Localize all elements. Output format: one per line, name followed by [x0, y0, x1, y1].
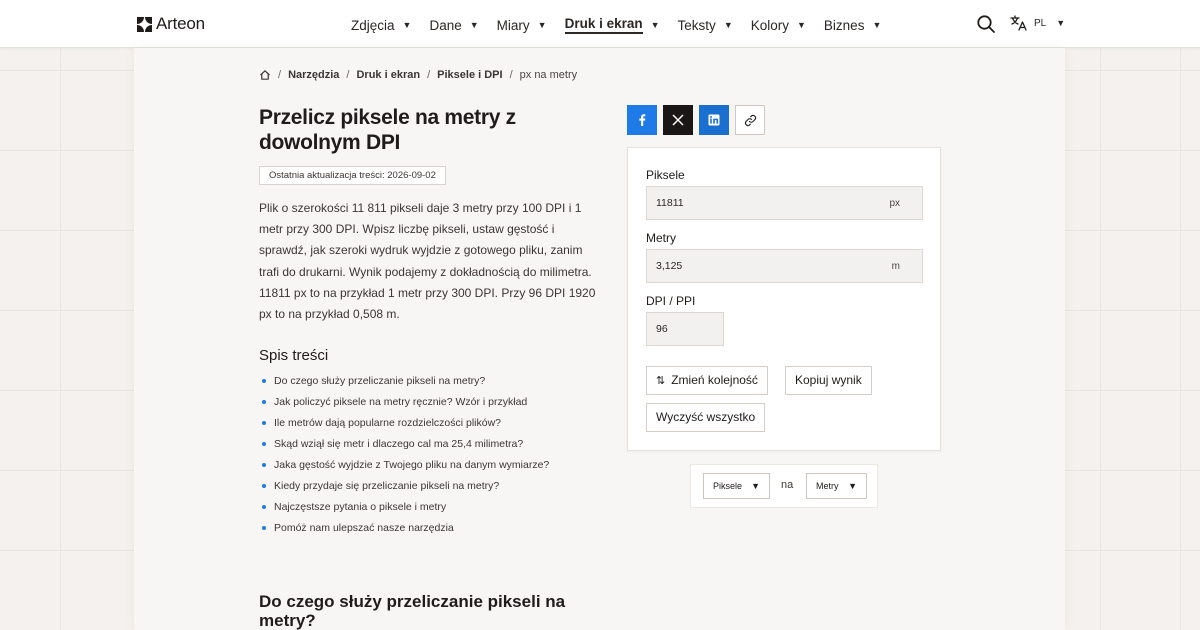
to-unit-value: Metry — [816, 481, 839, 491]
last-updated-badge: Ostatnia aktualizacja treści: 2026-09-02 — [259, 166, 446, 185]
nav-label: Dane — [429, 17, 462, 33]
breadcrumb-separator: / — [346, 69, 350, 81]
nav-item-dane[interactable]: Dane ▼ — [429, 16, 478, 34]
toc-link[interactable]: Pomóż nam ulepszać nasze narzędzia — [262, 521, 549, 542]
nav-label: Zdjęcia — [351, 17, 395, 33]
chevron-down-icon: ▼ — [872, 20, 882, 30]
toc-link[interactable]: Do czego służy przeliczanie pikseli na m… — [262, 374, 549, 395]
nav-label: Kolory — [750, 17, 789, 33]
copy-result-label: Kopiuj wynik — [795, 373, 862, 387]
nav-label: Miary — [496, 17, 530, 33]
breadcrumb-link-narzedzia[interactable]: Narzędzia — [288, 69, 339, 81]
share-linkedin-button[interactable] — [699, 105, 729, 135]
nav-item-zdjecia[interactable]: Zdjęcia ▼ — [351, 16, 411, 34]
intro-paragraph: Plik o szerokości 11 811 pikseli daje 3 … — [259, 201, 596, 322]
meters-value: 3,125 — [656, 260, 683, 272]
translate-icon — [1010, 15, 1027, 31]
nav-item-kolory[interactable]: Kolory ▼ — [751, 16, 806, 34]
unit-connector: na — [781, 479, 794, 491]
pixels-input[interactable]: 11811 px — [646, 186, 923, 220]
toc-link[interactable]: Kiedy przydaje się przeliczanie pikseli … — [262, 479, 549, 500]
nav-item-biznes[interactable]: Biznes ▼ — [824, 16, 881, 34]
facebook-icon — [639, 114, 646, 126]
logo[interactable]: Arteon — [137, 14, 205, 34]
linkedin-icon — [708, 114, 720, 126]
chevron-down-icon: ▼ — [402, 20, 412, 30]
chevron-down-icon: ▼ — [797, 20, 806, 30]
chevron-down-icon: ▼ — [723, 20, 733, 30]
content-panel: / Narzędzia / Druk i ekran / Piksele i D… — [134, 48, 1065, 630]
link-icon — [744, 114, 756, 126]
share-buttons — [627, 105, 765, 135]
language-switcher[interactable]: PL ▼ — [1010, 15, 1065, 31]
logo-text: Arteon — [156, 14, 205, 33]
share-x-button[interactable] — [663, 105, 693, 135]
copy-link-button[interactable] — [735, 105, 765, 135]
chevron-down-icon: ▼ — [537, 20, 547, 30]
unit-selector: Piksele ▼ na Metry ▼ — [690, 464, 878, 508]
language-code: PL — [1034, 17, 1047, 29]
nav-label: Druk i ekran — [564, 16, 643, 34]
search-button[interactable] — [976, 14, 996, 34]
page-title: Przelicz piksele na metry z dowolnym DPI — [259, 106, 516, 154]
dpi-value: 96 — [656, 323, 668, 335]
toc-link[interactable]: Skąd wziął się metr i dlaczego cal ma 25… — [262, 437, 549, 458]
section-heading: Do czego służy przeliczanie pikseli na m… — [259, 592, 566, 630]
breadcrumb-separator: / — [278, 69, 282, 81]
pixels-unit: px — [889, 198, 900, 209]
swap-order-label: Zmień kolejność — [671, 373, 758, 387]
nav-item-miary[interactable]: Miary ▼ — [497, 16, 547, 34]
home-icon[interactable] — [259, 69, 271, 81]
top-navigation-bar: Arteon Zdjęcia ▼ Dane ▼ Miary ▼ Druk i e… — [0, 0, 1200, 48]
copy-result-button[interactable]: Kopiuj wynik — [785, 366, 872, 395]
toc-link[interactable]: Jaka gęstość wyjdzie z Twojego pliku na … — [262, 458, 549, 479]
meters-unit: m — [891, 261, 900, 272]
table-of-contents: Do czego służy przeliczanie pikseli na m… — [262, 374, 549, 542]
clear-all-label: Wyczyść wszystko — [656, 410, 756, 424]
from-unit-select[interactable]: Piksele ▼ — [703, 473, 770, 499]
converter-card: Piksele 11811 px Metry 3,125 m DPI / PPI… — [627, 147, 941, 451]
x-icon — [672, 114, 684, 126]
swap-arrows-icon: ⇅ — [656, 375, 666, 387]
toc-heading: Spis treści — [259, 347, 329, 364]
pixels-value: 11811 — [656, 197, 684, 209]
main-nav: Zdjęcia ▼ Dane ▼ Miary ▼ Druk i ekran ▼ … — [351, 16, 899, 34]
to-unit-select[interactable]: Metry ▼ — [806, 473, 867, 499]
chevron-down-icon: ▼ — [751, 481, 760, 491]
chevron-down-icon: ▼ — [469, 20, 479, 30]
meters-label: Metry — [646, 231, 676, 245]
toc-link[interactable]: Najczęstsze pytania o piksele i metry — [262, 500, 549, 521]
logo-mark-icon — [137, 16, 152, 32]
breadcrumb-separator: / — [509, 69, 513, 81]
dpi-label: DPI / PPI — [646, 294, 696, 308]
from-unit-value: Piksele — [713, 481, 743, 491]
meters-input[interactable]: 3,125 m — [646, 249, 923, 283]
clear-all-button[interactable]: Wyczyść wszystko — [646, 403, 766, 432]
chevron-down-icon: ▼ — [650, 20, 660, 30]
search-icon — [977, 15, 995, 33]
nav-label: Biznes — [823, 17, 865, 33]
pixels-label: Piksele — [646, 168, 685, 182]
chevron-down-icon: ▼ — [1056, 18, 1066, 28]
chevron-down-icon: ▼ — [848, 481, 857, 491]
share-facebook-button[interactable] — [627, 105, 657, 135]
breadcrumb-link-druk-i-ekran[interactable]: Druk i ekran — [356, 69, 420, 81]
breadcrumb: / Narzędzia / Druk i ekran / Piksele i D… — [259, 69, 577, 81]
toc-link[interactable]: Jak policzyć piksele na metry ręcznie? W… — [262, 395, 549, 416]
dpi-input[interactable]: 96 — [646, 312, 724, 346]
breadcrumb-link-piksele-i-dpi[interactable]: Piksele i DPI — [437, 69, 502, 81]
breadcrumb-separator: / — [427, 69, 431, 81]
toc-link[interactable]: Ile metrów dają popularne rozdzielczości… — [262, 416, 549, 437]
nav-item-druk-i-ekran[interactable]: Druk i ekran ▼ — [564, 16, 660, 34]
nav-item-teksty[interactable]: Teksty ▼ — [678, 16, 733, 34]
nav-label: Teksty — [677, 17, 716, 33]
breadcrumb-current: px na metry — [519, 69, 578, 81]
swap-order-button[interactable]: ⇅ Zmień kolejność — [646, 366, 768, 395]
